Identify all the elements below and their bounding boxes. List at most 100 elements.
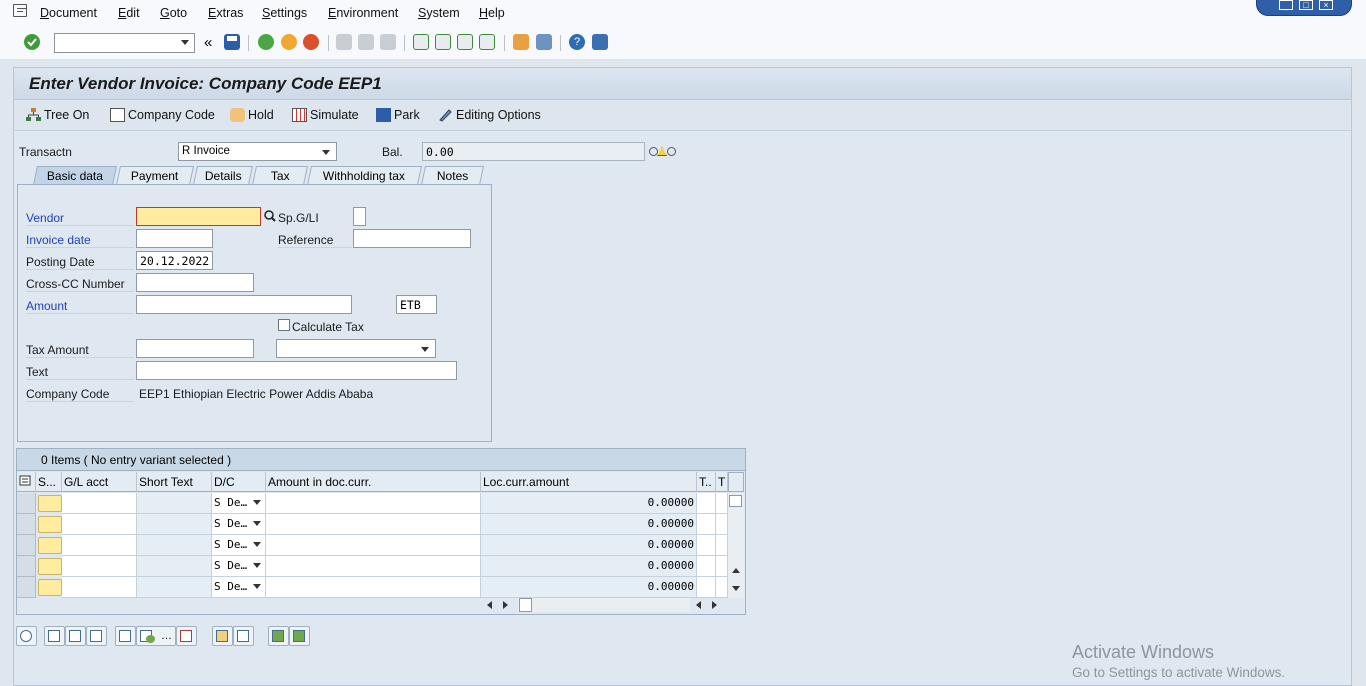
reference-input[interactable] <box>353 229 471 248</box>
spgl-input[interactable] <box>353 207 366 226</box>
status-cell[interactable] <box>38 495 62 512</box>
t1-cell[interactable] <box>697 577 716 598</box>
back-icon[interactable] <box>258 34 274 50</box>
row-selector[interactable] <box>17 577 36 598</box>
menu-extras[interactable]: Extras <box>208 6 243 20</box>
status-cell[interactable] <box>38 558 62 575</box>
dc-cell[interactable]: S De… <box>212 493 266 514</box>
gl-acct-cell[interactable] <box>62 556 137 577</box>
command-field[interactable] <box>54 33 195 53</box>
tree-on-button[interactable]: Tree On <box>26 108 89 122</box>
previous-page-icon[interactable] <box>435 34 451 50</box>
details-button[interactable] <box>16 626 37 646</box>
select-all-button[interactable] <box>44 626 65 646</box>
row-selector[interactable] <box>17 514 36 535</box>
dc-cell[interactable]: S De… <box>212 514 266 535</box>
scroll-thumb[interactable] <box>729 495 742 507</box>
filter-button[interactable] <box>289 626 310 646</box>
status-cell[interactable] <box>38 537 62 554</box>
invoice-date-input[interactable] <box>136 229 213 248</box>
delete-row-button[interactable] <box>176 626 197 646</box>
company-code-button[interactable]: Company Code <box>110 108 215 122</box>
chevron-down-icon[interactable] <box>181 40 189 45</box>
first-page-icon[interactable] <box>413 34 429 50</box>
scroll-right-icon[interactable] <box>503 601 508 609</box>
scroll-up-icon[interactable] <box>732 568 740 573</box>
menu-environment[interactable]: Environment <box>328 6 398 20</box>
insert-rows-button[interactable]: … <box>136 626 176 646</box>
gl-acct-cell[interactable] <box>62 514 137 535</box>
tax-amount-input[interactable] <box>136 339 254 358</box>
scroll-left-icon[interactable] <box>696 601 701 609</box>
new-session-icon[interactable] <box>513 34 529 50</box>
cross-cc-input[interactable] <box>136 273 254 292</box>
dc-cell[interactable]: S De… <box>212 577 266 598</box>
cancel-icon[interactable] <box>303 34 319 50</box>
menu-settings[interactable]: Settings <box>262 6 307 20</box>
document-menu-icon[interactable] <box>13 4 27 17</box>
scroll-left-icon[interactable] <box>487 601 492 609</box>
copy-button[interactable] <box>212 626 233 646</box>
vertical-scrollbar[interactable] <box>728 493 744 598</box>
select-block-button[interactable] <box>65 626 86 646</box>
vendor-input[interactable] <box>136 207 261 226</box>
t2-cell[interactable] <box>716 493 728 514</box>
menu-document[interactable]: Document <box>40 6 97 20</box>
column-header-amount-doc[interactable]: Amount in doc.curr. <box>266 472 481 492</box>
tab-withholding-tax[interactable]: Withholding tax <box>306 166 423 185</box>
paste-button[interactable] <box>233 626 254 646</box>
tab-details[interactable]: Details <box>192 166 254 185</box>
status-cell[interactable] <box>38 579 62 596</box>
gl-acct-cell[interactable] <box>62 535 137 556</box>
gl-acct-cell[interactable] <box>62 577 137 598</box>
column-header-loc-amount[interactable]: Loc.curr.amount <box>481 472 697 492</box>
last-page-icon[interactable] <box>479 34 495 50</box>
amount-doc-cell[interactable] <box>266 535 481 556</box>
amount-doc-cell[interactable] <box>266 514 481 535</box>
t2-cell[interactable] <box>716 514 728 535</box>
menu-system[interactable]: System <box>418 6 460 20</box>
hold-button[interactable]: Hold <box>230 108 274 122</box>
horizontal-scrollbar[interactable] <box>481 597 728 613</box>
tax-code-dropdown[interactable] <box>276 339 436 358</box>
amount-doc-cell[interactable] <box>266 493 481 514</box>
park-button[interactable]: Park <box>376 108 420 122</box>
editing-options-button[interactable]: Editing Options <box>438 108 541 122</box>
t1-cell[interactable] <box>697 556 716 577</box>
menu-edit[interactable]: Edit <box>118 6 140 20</box>
column-header-gl-acct[interactable]: G/L acct <box>62 472 137 492</box>
row-selector[interactable] <box>17 493 36 514</box>
scroll-thumb[interactable] <box>519 598 532 612</box>
status-cell[interactable] <box>38 516 62 533</box>
posting-date-input[interactable]: 20.12.2022 <box>136 251 213 270</box>
column-header-dc[interactable]: D/C <box>212 472 266 492</box>
row-selector[interactable] <box>17 556 36 577</box>
close-icon[interactable]: × <box>1319 0 1333 10</box>
tab-basic-data[interactable]: Basic data <box>32 166 118 185</box>
amount-doc-cell[interactable] <box>266 577 481 598</box>
t1-cell[interactable] <box>697 535 716 556</box>
customize-layout-icon[interactable] <box>592 34 608 50</box>
column-config-button[interactable] <box>728 472 744 492</box>
tab-notes[interactable]: Notes <box>420 166 485 185</box>
maximize-icon[interactable]: □ <box>1299 0 1313 10</box>
currency-input[interactable]: ETB <box>396 295 437 314</box>
amount-doc-cell[interactable] <box>266 556 481 577</box>
deselect-all-button[interactable] <box>86 626 107 646</box>
menu-goto[interactable]: Goto <box>160 6 187 20</box>
transaction-dropdown[interactable]: R Invoice <box>178 142 337 161</box>
help-icon[interactable]: ? <box>569 34 585 50</box>
amount-input[interactable] <box>136 295 352 314</box>
next-page-icon[interactable] <box>457 34 473 50</box>
t2-cell[interactable] <box>716 556 728 577</box>
scroll-right-icon[interactable] <box>712 601 717 609</box>
gl-acct-cell[interactable] <box>62 493 137 514</box>
column-header-status[interactable]: S... <box>36 472 62 492</box>
shortcut-icon[interactable] <box>536 34 552 50</box>
t2-cell[interactable] <box>716 577 728 598</box>
tab-tax[interactable]: Tax <box>251 166 309 185</box>
sort-button[interactable] <box>268 626 289 646</box>
insert-row-button[interactable] <box>115 626 136 646</box>
minimize-icon[interactable]: _ <box>1279 0 1293 10</box>
dc-cell[interactable]: S De… <box>212 556 266 577</box>
